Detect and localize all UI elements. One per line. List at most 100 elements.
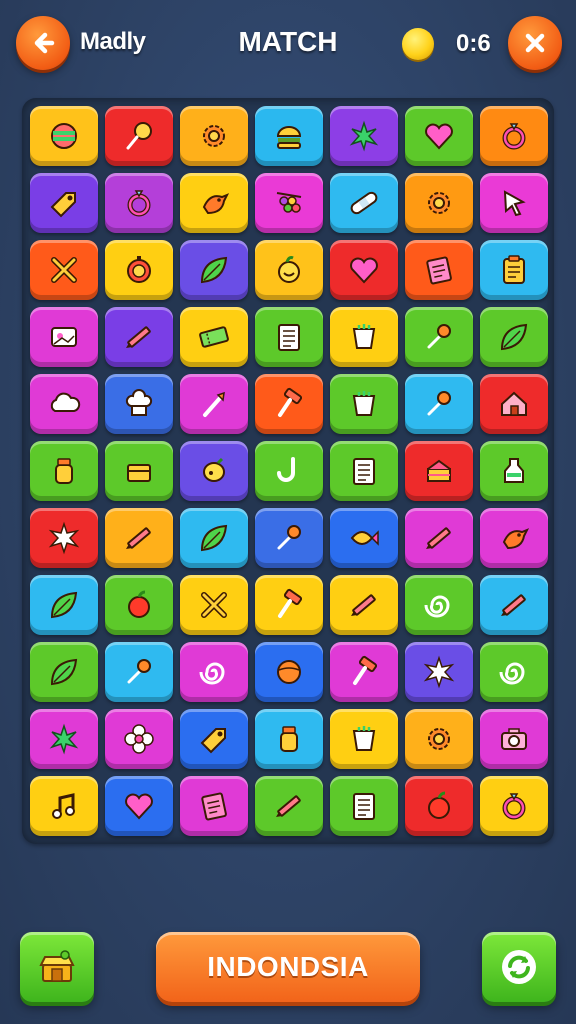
board-tile[interactable]	[405, 240, 473, 300]
board-tile[interactable]	[405, 709, 473, 769]
board-tile[interactable]	[330, 173, 398, 233]
board-tile[interactable]	[255, 575, 323, 635]
board-tile[interactable]	[255, 776, 323, 836]
board-tile[interactable]	[330, 709, 398, 769]
ring-icon	[502, 793, 526, 820]
board-tile[interactable]	[105, 508, 173, 568]
board-tile[interactable]	[180, 307, 248, 367]
board-tile[interactable]	[255, 173, 323, 233]
spiral-icon	[199, 662, 225, 685]
board-tile[interactable]	[405, 173, 473, 233]
board-tile[interactable]	[255, 374, 323, 434]
board-tile[interactable]	[180, 575, 248, 635]
pin-icon	[277, 525, 301, 550]
board-tile[interactable]	[255, 508, 323, 568]
house-icon	[501, 391, 527, 416]
refresh-button[interactable]	[482, 932, 556, 1002]
board-tile[interactable]	[105, 240, 173, 300]
clipboard-icon	[503, 255, 525, 284]
board-tile[interactable]	[480, 374, 548, 434]
board-tile[interactable]	[405, 508, 473, 568]
board-tile[interactable]	[330, 508, 398, 568]
board-tile[interactable]	[330, 307, 398, 367]
board-tile[interactable]	[105, 441, 173, 501]
pin-icon	[427, 324, 451, 349]
board-tile[interactable]	[330, 642, 398, 702]
board-tile[interactable]	[480, 240, 548, 300]
close-button[interactable]	[508, 16, 562, 70]
board-tile[interactable]	[330, 575, 398, 635]
board-tile[interactable]	[30, 441, 98, 501]
board-tile[interactable]	[30, 508, 98, 568]
board-tile[interactable]	[480, 441, 548, 501]
chef-hat-icon	[125, 389, 153, 416]
board-tile[interactable]	[255, 709, 323, 769]
board-tile[interactable]	[30, 307, 98, 367]
board-tile[interactable]	[480, 106, 548, 166]
country-button[interactable]: INDONDSIA	[156, 932, 420, 1002]
board-tile[interactable]	[480, 575, 548, 635]
board-tile[interactable]	[255, 307, 323, 367]
fruit-face-icon	[278, 256, 300, 283]
cloud-icon	[50, 392, 81, 412]
board-tile[interactable]	[255, 106, 323, 166]
cake-icon	[427, 459, 451, 482]
pencil-icon	[501, 594, 526, 616]
board-tile[interactable]	[180, 441, 248, 501]
board-tile[interactable]	[480, 307, 548, 367]
board-tile[interactable]	[255, 240, 323, 300]
board-tile[interactable]	[30, 709, 98, 769]
board-tile[interactable]	[480, 173, 548, 233]
board-tile[interactable]	[180, 173, 248, 233]
board-tile[interactable]	[105, 575, 173, 635]
board-tile[interactable]	[255, 441, 323, 501]
board-tile[interactable]	[180, 776, 248, 836]
board-tile[interactable]	[405, 776, 473, 836]
board-tile[interactable]	[405, 642, 473, 702]
board-tile[interactable]	[480, 508, 548, 568]
shop-button[interactable]	[20, 932, 94, 1002]
pencil-icon	[426, 527, 451, 549]
board-tile[interactable]	[180, 709, 248, 769]
board-tile[interactable]	[405, 307, 473, 367]
board-tile[interactable]	[480, 642, 548, 702]
board-tile[interactable]	[330, 106, 398, 166]
board-tile[interactable]	[330, 441, 398, 501]
board-tile[interactable]	[480, 709, 548, 769]
bird-icon	[202, 193, 230, 215]
board-tile[interactable]	[30, 240, 98, 300]
board-tile[interactable]	[255, 642, 323, 702]
board-tile[interactable]	[30, 106, 98, 166]
board-tile[interactable]	[330, 374, 398, 434]
board-tile[interactable]	[405, 575, 473, 635]
board-tile[interactable]	[105, 709, 173, 769]
board-tile[interactable]	[180, 642, 248, 702]
back-button[interactable]	[16, 16, 70, 70]
board-tile[interactable]	[105, 776, 173, 836]
board-tile[interactable]	[30, 374, 98, 434]
board-tile[interactable]	[330, 776, 398, 836]
board-tile[interactable]	[480, 776, 548, 836]
board-tile[interactable]	[180, 374, 248, 434]
candy-ball-icon	[51, 123, 77, 149]
board-tile[interactable]	[330, 240, 398, 300]
board-tile[interactable]	[30, 173, 98, 233]
board-tile[interactable]	[405, 374, 473, 434]
arrow-left-icon	[34, 32, 55, 54]
board-tile[interactable]	[30, 776, 98, 836]
board-tile[interactable]	[105, 307, 173, 367]
board-tile[interactable]	[105, 173, 173, 233]
board-tile[interactable]	[30, 575, 98, 635]
board-tile[interactable]	[180, 106, 248, 166]
board-tile[interactable]	[405, 106, 473, 166]
board-tile[interactable]	[180, 240, 248, 300]
board-tile[interactable]	[105, 642, 173, 702]
pencil-icon	[126, 326, 151, 348]
board-tile[interactable]	[105, 374, 173, 434]
board-tile[interactable]	[30, 642, 98, 702]
board-tile[interactable]	[180, 508, 248, 568]
board-tile[interactable]	[405, 441, 473, 501]
star-burst-icon	[48, 521, 80, 555]
board-tile[interactable]	[105, 106, 173, 166]
timer-dial-icon	[127, 256, 151, 283]
